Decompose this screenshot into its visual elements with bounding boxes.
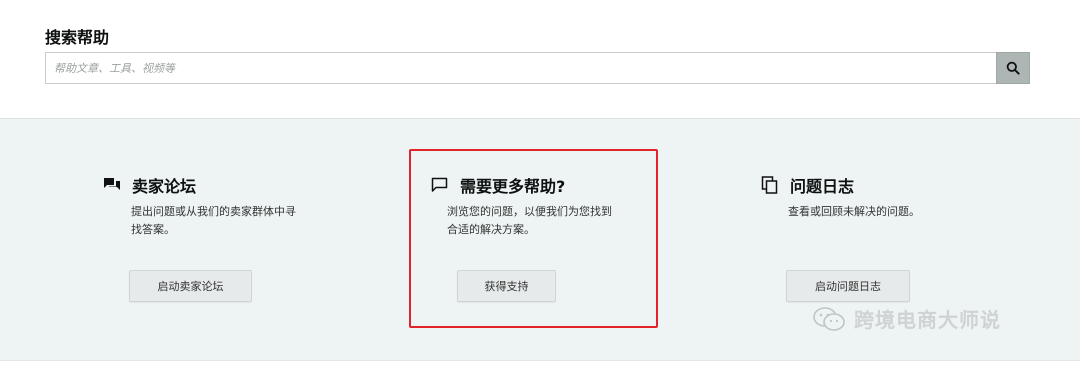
- copy-log-icon: [761, 175, 783, 195]
- card-case-log: 问题日志 查看或回顾未解决的问题。: [761, 173, 920, 221]
- search-icon: [1006, 61, 1020, 75]
- watermark-text: 跨境电商大师说: [854, 308, 1001, 332]
- card-description: 查看或回顾未解决的问题。: [788, 205, 920, 218]
- launch-case-log-button[interactable]: 启动问题日志: [786, 270, 910, 302]
- search-field-wrapper: [45, 52, 996, 84]
- card-title: 问题日志: [790, 177, 855, 196]
- wechat-icon: [813, 306, 845, 331]
- footer-strip: [0, 360, 1080, 372]
- forum-chat-icon: [103, 175, 125, 195]
- search-input[interactable]: [46, 53, 996, 83]
- watermark: 跨境电商大师说: [812, 304, 1001, 333]
- card-seller-forum: 卖家论坛 提出问题或从我们的卖家群体中寻 找答案。: [103, 173, 296, 239]
- highlight-box: [409, 149, 658, 328]
- search-title: 搜索帮助: [45, 28, 110, 47]
- launch-seller-forum-button[interactable]: 启动卖家论坛: [129, 270, 252, 302]
- search-section: 搜索帮助: [0, 0, 1080, 118]
- card-title: 卖家论坛: [132, 177, 197, 196]
- search-button[interactable]: [996, 52, 1030, 84]
- card-description: 提出问题或从我们的卖家群体中寻 找答案。: [131, 205, 296, 236]
